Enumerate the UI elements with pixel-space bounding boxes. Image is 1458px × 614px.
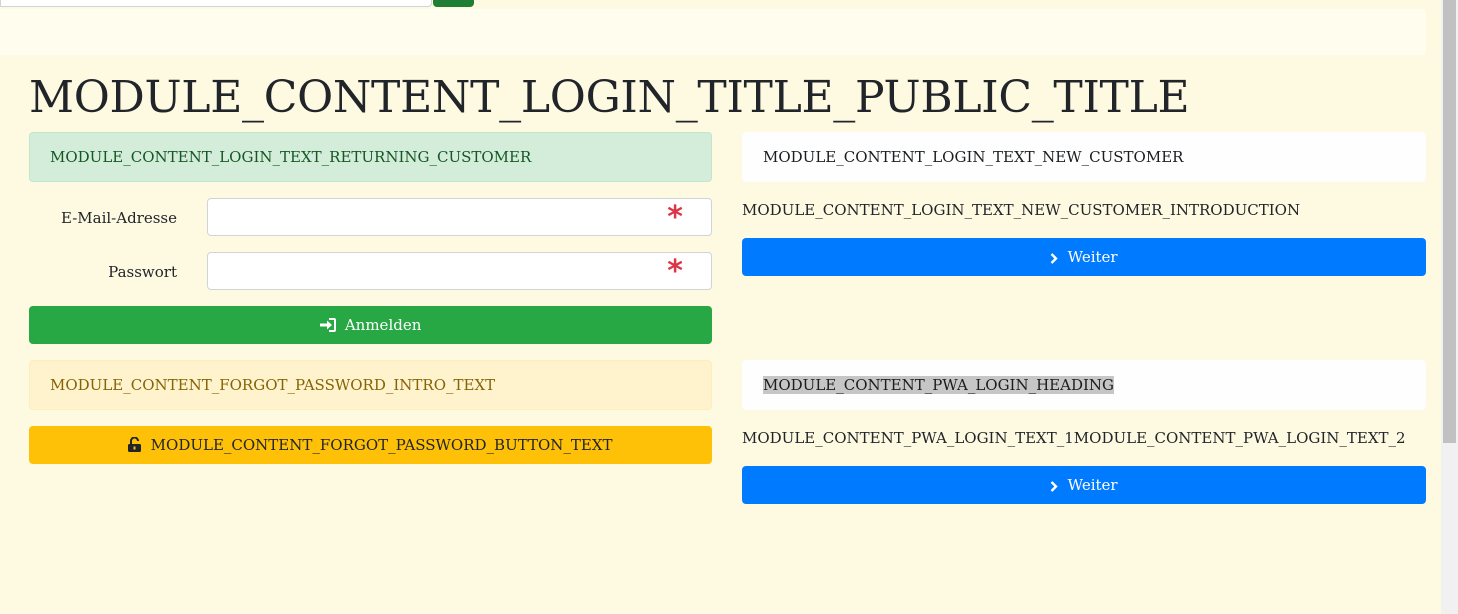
asterisk-icon: * <box>667 254 683 289</box>
unlock-icon <box>128 436 146 454</box>
email-label: E-Mail-Adresse <box>60 209 177 227</box>
chevron-right-icon <box>1050 248 1063 266</box>
pwa-login-continue-button[interactable]: Weiter <box>742 466 1426 504</box>
password-label: Passwort <box>108 263 177 281</box>
header-strip <box>0 9 1426 55</box>
forgot-password-button-label: MODULE_CONTENT_FORGOT_PASSWORD_BUTTON_TE… <box>150 436 613 454</box>
forgot-password-button[interactable]: MODULE_CONTENT_FORGOT_PASSWORD_BUTTON_TE… <box>29 426 712 464</box>
password-field[interactable]: * <box>207 252 712 290</box>
sign-in-icon <box>319 316 341 334</box>
pwa-login-heading: MODULE_CONTENT_PWA_LOGIN_HEADING <box>763 376 1115 394</box>
forgot-password-alert: MODULE_CONTENT_FORGOT_PASSWORD_INTRO_TEX… <box>29 360 712 410</box>
returning-customer-text: MODULE_CONTENT_LOGIN_TEXT_RETURNING_CUST… <box>50 148 532 166</box>
login-button-label: Anmelden <box>344 316 422 334</box>
pwa-login-continue-label: Weiter <box>1067 476 1118 494</box>
new-customer-heading: MODULE_CONTENT_LOGIN_TEXT_NEW_CUSTOMER <box>763 148 1184 166</box>
pwa-login-heading-box: MODULE_CONTENT_PWA_LOGIN_HEADING <box>742 360 1426 410</box>
email-field[interactable]: * <box>207 198 712 236</box>
scrollbar-thumb[interactable] <box>1443 0 1456 443</box>
new-customer-continue-button[interactable]: Weiter <box>742 238 1426 276</box>
page-title: MODULE_CONTENT_LOGIN_TITLE_PUBLIC_TITLE <box>29 72 1190 123</box>
header-search-input[interactable] <box>0 0 432 7</box>
forgot-password-intro: MODULE_CONTENT_FORGOT_PASSWORD_INTRO_TEX… <box>50 376 496 394</box>
asterisk-icon: * <box>667 200 683 235</box>
new-customer-continue-label: Weiter <box>1067 248 1118 266</box>
vertical-scrollbar[interactable] <box>1441 0 1458 614</box>
header-search-button[interactable] <box>433 0 474 7</box>
pwa-login-text: MODULE_CONTENT_PWA_LOGIN_TEXT_1MODULE_CO… <box>742 429 1406 447</box>
new-customer-introduction: MODULE_CONTENT_LOGIN_TEXT_NEW_CUSTOMER_I… <box>742 201 1301 219</box>
returning-customer-alert: MODULE_CONTENT_LOGIN_TEXT_RETURNING_CUST… <box>29 132 712 182</box>
new-customer-heading-box: MODULE_CONTENT_LOGIN_TEXT_NEW_CUSTOMER <box>742 132 1426 182</box>
chevron-right-icon <box>1050 476 1063 494</box>
login-button[interactable]: Anmelden <box>29 306 712 344</box>
